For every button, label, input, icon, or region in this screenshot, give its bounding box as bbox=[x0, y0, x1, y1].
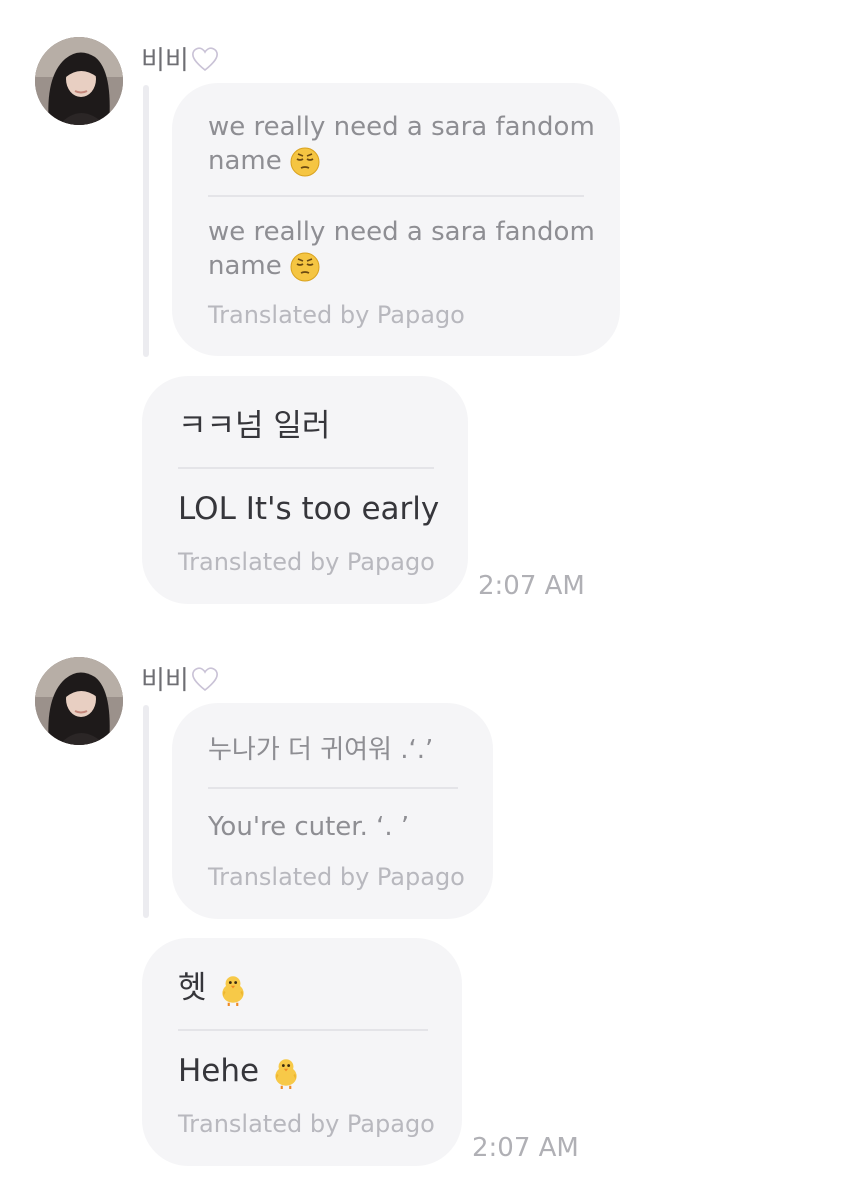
message-original-text: 헷 bbox=[178, 970, 207, 1006]
quote-translated-line1: we really need a sara fandom bbox=[208, 217, 595, 247]
papago-attribution: Translated by Papago bbox=[178, 1110, 435, 1138]
message-timestamp: 2:07 AM bbox=[478, 571, 585, 601]
translation-separator bbox=[178, 1029, 428, 1031]
reply-indicator-bar bbox=[143, 705, 149, 918]
white-heart-icon bbox=[191, 666, 218, 691]
sender-avatar[interactable] bbox=[35, 657, 123, 745]
translation-separator bbox=[178, 467, 434, 469]
sender-name-text: 비비 bbox=[141, 46, 189, 76]
pensive-face-emoji bbox=[290, 146, 320, 177]
sender-name[interactable]: 비비 bbox=[141, 40, 219, 77]
message-original-text: ㅋㅋ넘 일러 bbox=[178, 408, 331, 444]
message-translated-text: LOL It's too early bbox=[178, 491, 440, 527]
quoted-message-bubble[interactable]: we really need a sara fandom name we rea… bbox=[172, 83, 620, 356]
reply-indicator-bar bbox=[143, 85, 149, 357]
quoted-message-bubble[interactable]: 누나가 더 귀여워 .‘.’ You're cuter. ‘. ’ Transl… bbox=[172, 703, 493, 919]
sender-avatar[interactable] bbox=[35, 37, 123, 125]
quote-original-line1: we really need a sara fandom bbox=[208, 112, 595, 142]
white-heart-icon bbox=[191, 46, 218, 71]
baby-chick-emoji bbox=[274, 1057, 298, 1090]
papago-attribution: Translated by Papago bbox=[178, 548, 435, 576]
message-bubble[interactable]: 헷 Hehe Translated by Papago bbox=[142, 938, 462, 1166]
message-timestamp: 2:07 AM bbox=[472, 1133, 579, 1163]
quote-original-line2: name bbox=[208, 146, 282, 176]
quote-translated-line1: You're cuter. ‘. ’ bbox=[208, 812, 410, 842]
sender-name-text: 비비 bbox=[141, 666, 189, 696]
papago-attribution: Translated by Papago bbox=[208, 301, 465, 329]
baby-chick-emoji bbox=[221, 974, 246, 1007]
translation-separator bbox=[208, 195, 584, 197]
message-translated-text: Hehe bbox=[178, 1053, 260, 1089]
translation-separator bbox=[208, 787, 458, 789]
pensive-face-emoji bbox=[290, 251, 320, 282]
quote-original-line1: 누나가 더 귀여워 .‘.’ bbox=[208, 735, 434, 765]
papago-attribution: Translated by Papago bbox=[208, 863, 465, 891]
sender-name[interactable]: 비비 bbox=[141, 660, 219, 697]
quote-translated-line2: name bbox=[208, 251, 282, 281]
message-bubble[interactable]: ㅋㅋ넘 일러 LOL It's too early Translated by … bbox=[142, 376, 468, 604]
